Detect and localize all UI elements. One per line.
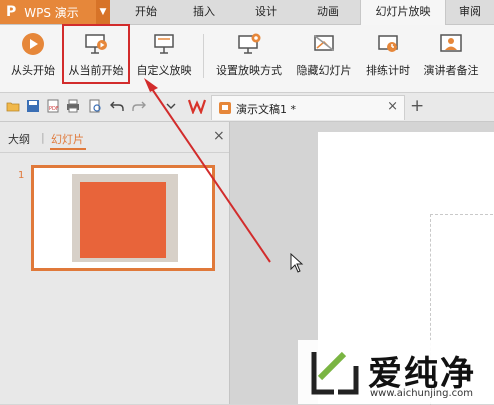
panel-tabs: [0, 122, 229, 153]
tab-review[interactable]: 审阅: [448, 0, 492, 24]
hide-slide-icon: [311, 31, 337, 57]
tab-home[interactable]: 开始: [124, 0, 168, 24]
close-panel-icon[interactable]: ×: [213, 128, 225, 144]
from-start-button[interactable]: 从头开始: [6, 31, 60, 85]
rehearse-timing-button[interactable]: 排练计时: [362, 31, 414, 85]
screen-icon: [151, 31, 177, 57]
play-icon: [20, 31, 46, 57]
custom-show-button[interactable]: 自定义放映: [134, 31, 194, 85]
active-tab-underline: [50, 148, 86, 150]
chevron-down-icon[interactable]: ▼: [96, 0, 110, 24]
slide-thumbnail[interactable]: [31, 165, 215, 271]
app-menu-button[interactable]: P WPS 演示 ▼: [0, 0, 110, 24]
svg-text:PDF: PDF: [49, 106, 59, 112]
wps-logo: P: [6, 4, 17, 20]
print-icon[interactable]: [66, 99, 80, 113]
tab-slides[interactable]: 幻灯片: [51, 131, 84, 147]
highlight-box: [62, 24, 130, 84]
rehearse-timing-label: 排练计时: [366, 64, 410, 77]
watermark-logo-icon: [311, 351, 359, 395]
presentation-doc-icon: [219, 102, 231, 114]
hide-slide-label: 隐藏幻灯片: [296, 64, 352, 77]
new-tab-icon[interactable]: +: [410, 96, 424, 116]
presenter-notes-button[interactable]: 演讲者备注: [418, 31, 484, 85]
save-icon[interactable]: [26, 99, 40, 113]
hide-slide-button[interactable]: 隐藏幻灯片: [292, 31, 356, 85]
presenter-notes-label: 演讲者备注: [423, 64, 479, 77]
from-start-label: 从头开始: [11, 64, 55, 77]
tab-insert[interactable]: 插入: [180, 0, 228, 24]
export-pdf-icon[interactable]: PDF: [46, 99, 60, 113]
close-tab-icon[interactable]: ×: [387, 99, 398, 114]
watermark: 爱纯净 www.aichunjing.com: [298, 340, 494, 404]
tab-slideshow[interactable]: 幻灯片放映: [360, 0, 446, 25]
slide-number: 1: [18, 170, 25, 181]
open-folder-icon[interactable]: [6, 99, 20, 113]
chevron-down-icon[interactable]: [164, 99, 178, 113]
tab-outline[interactable]: 大纲: [8, 131, 30, 147]
app-name: WPS 演示: [24, 5, 79, 20]
setup-show-label: 设置放映方式: [216, 64, 282, 77]
thumbnail-image: [80, 182, 166, 258]
print-preview-icon[interactable]: [88, 99, 102, 113]
wps-w-logo-icon: [188, 99, 206, 114]
settings-screen-icon: [236, 31, 262, 57]
panel-tab-divider: |: [41, 131, 45, 144]
ribbon-separator: [203, 34, 204, 78]
undo-icon[interactable]: [110, 99, 124, 113]
mouse-cursor-icon: [290, 253, 304, 273]
tab-animation[interactable]: 动画: [304, 0, 352, 24]
watermark-url: www.aichunjing.com: [370, 388, 473, 399]
timer-icon: [375, 31, 401, 57]
presenter-icon: [438, 31, 464, 57]
redo-icon[interactable]: [132, 99, 146, 113]
custom-show-label: 自定义放映: [136, 64, 192, 77]
tab-design[interactable]: 设计: [242, 0, 290, 24]
document-tab[interactable]: 演示文稿1 * ×: [211, 95, 405, 120]
setup-show-button[interactable]: 设置放映方式: [212, 31, 286, 85]
document-title: 演示文稿1 *: [236, 103, 296, 116]
